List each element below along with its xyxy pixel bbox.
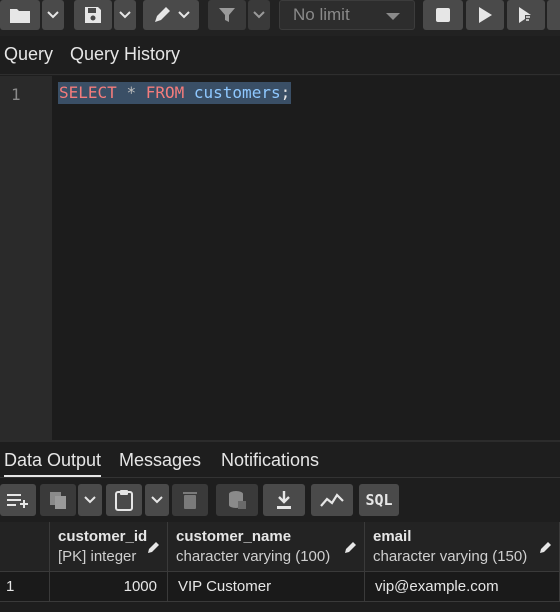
pencil-icon[interactable] xyxy=(147,540,161,554)
delete-row-button[interactable] xyxy=(172,484,208,516)
output-tabs: Data Output Messages Notifications xyxy=(0,442,560,478)
column-type: character varying (100) xyxy=(176,548,331,565)
table-cell-customer-name[interactable]: VIP Customer xyxy=(168,572,365,602)
chevron-down-icon xyxy=(151,496,163,504)
download-button[interactable] xyxy=(263,484,305,516)
table-cell-customer-id[interactable]: 1000 xyxy=(50,572,168,602)
copy-icon xyxy=(50,492,66,509)
sql-button[interactable]: SQL xyxy=(359,484,399,516)
main-toolbar: No limit xyxy=(0,0,560,36)
caret-down-icon xyxy=(386,13,400,20)
execute-script-button[interactable] xyxy=(507,0,545,30)
save-button[interactable] xyxy=(74,0,112,30)
save-icon xyxy=(85,7,101,23)
open-file-dropdown[interactable] xyxy=(42,0,64,30)
result-toolbar: SQL xyxy=(0,478,560,522)
row-number-cell[interactable]: 1 xyxy=(0,572,50,602)
column-type: [PK] integer xyxy=(58,548,137,565)
column-header-customer-id[interactable]: customer_id [PK] integer xyxy=(50,522,168,572)
chevron-down-icon xyxy=(119,11,131,19)
folder-icon xyxy=(10,9,30,23)
pencil-icon[interactable] xyxy=(539,540,553,554)
stop-icon xyxy=(436,8,450,22)
copy-button[interactable] xyxy=(40,484,76,516)
cell-value: vip@example.com xyxy=(375,578,499,595)
execute-button[interactable] xyxy=(466,0,504,30)
open-file-button[interactable] xyxy=(0,0,40,30)
keyword-select: SELECT xyxy=(59,83,117,102)
copy-dropdown[interactable] xyxy=(78,484,102,516)
tab-messages[interactable]: Messages xyxy=(119,450,201,471)
paste-button[interactable] xyxy=(106,484,142,516)
tab-query-history[interactable]: Query History xyxy=(70,44,180,65)
row-limit-select[interactable]: No limit xyxy=(279,0,415,30)
stop-button[interactable] xyxy=(423,0,463,30)
data-grid: customer_id [PK] integer customer_name c… xyxy=(0,522,560,612)
tab-query[interactable]: Query xyxy=(4,44,53,65)
sql-editor[interactable]: SELECT * FROM customers; xyxy=(52,76,560,440)
edit-icon xyxy=(155,7,170,22)
save-data-icon xyxy=(229,491,246,509)
row-limit-value: No limit xyxy=(293,5,350,24)
chevron-down-icon xyxy=(84,496,96,504)
row-number: 1 xyxy=(6,578,15,595)
column-name: customer_id xyxy=(58,528,148,545)
tab-notifications[interactable]: Notifications xyxy=(221,450,319,471)
add-row-icon xyxy=(7,494,28,508)
cell-value: 1000 xyxy=(123,578,157,595)
pencil-icon[interactable] xyxy=(344,540,358,554)
line-chart-icon xyxy=(320,493,344,507)
paste-icon xyxy=(115,490,133,511)
column-header-email[interactable]: email character varying (150) xyxy=(365,522,560,572)
paste-dropdown[interactable] xyxy=(145,484,169,516)
semicolon: ; xyxy=(280,83,291,102)
tab-data-output[interactable]: Data Output xyxy=(4,450,102,477)
add-row-button[interactable] xyxy=(0,484,36,516)
execute-script-icon xyxy=(519,7,531,23)
filter-dropdown[interactable] xyxy=(248,0,270,30)
chevron-down-icon xyxy=(47,11,59,19)
save-dropdown[interactable] xyxy=(114,0,136,30)
download-icon xyxy=(277,491,291,509)
column-name: customer_name xyxy=(176,528,292,545)
filter-button[interactable] xyxy=(208,0,246,30)
chevron-down-icon xyxy=(178,11,190,19)
editor-gutter: 1 xyxy=(0,76,52,440)
row-number-header xyxy=(0,522,50,572)
star-operator: * xyxy=(126,83,137,102)
cell-value: VIP Customer xyxy=(178,578,272,595)
filter-icon xyxy=(219,8,235,22)
table-cell-email[interactable]: vip@example.com xyxy=(365,572,560,602)
keyword-from: FROM xyxy=(145,83,185,102)
query-tabs: Query Query History xyxy=(0,38,560,75)
edit-button[interactable] xyxy=(143,0,199,30)
line-number: 1 xyxy=(11,85,21,104)
trash-icon xyxy=(183,492,197,509)
execute-dropdown[interactable] xyxy=(547,0,560,30)
selected-query-text[interactable]: SELECT * FROM customers; xyxy=(58,82,292,104)
play-icon xyxy=(479,7,492,23)
table-identifier: customers xyxy=(193,83,281,102)
save-data-button[interactable] xyxy=(216,484,258,516)
chevron-down-icon xyxy=(253,11,265,19)
column-header-customer-name[interactable]: customer_name character varying (100) xyxy=(168,522,365,572)
column-type: character varying (150) xyxy=(373,548,528,565)
column-name: email xyxy=(373,528,412,545)
graph-visualiser-button[interactable] xyxy=(311,484,353,516)
